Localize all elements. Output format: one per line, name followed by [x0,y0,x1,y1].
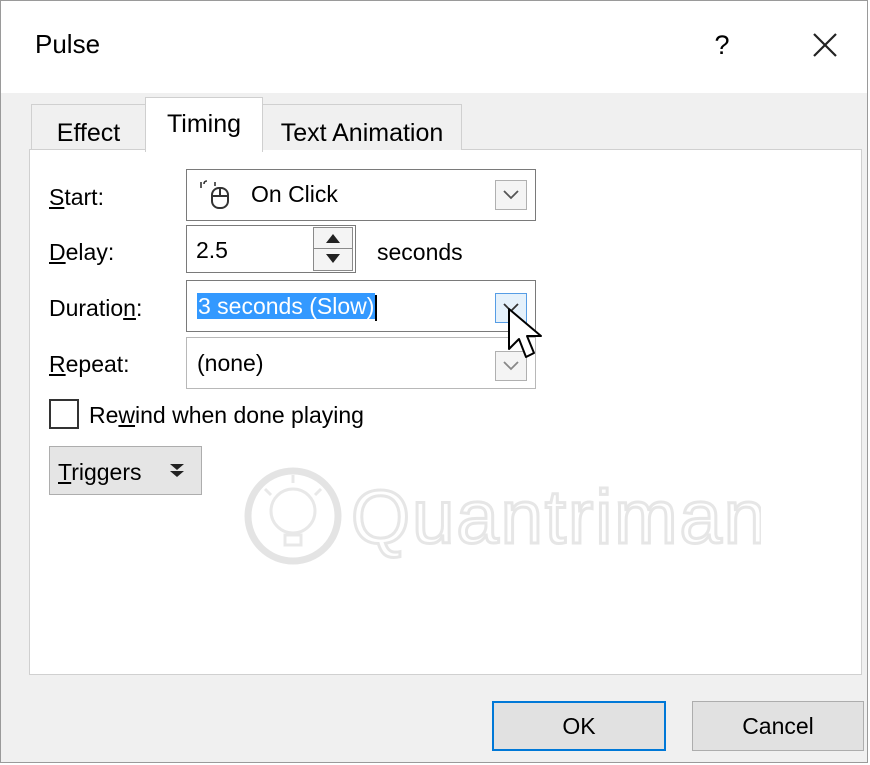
tab-effect[interactable]: Effect [31,104,146,150]
repeat-value: (none) [197,350,264,376]
rewind-label[interactable]: Rewind when done playing [89,402,364,429]
close-button[interactable] [807,27,843,63]
title-bar: Pulse ? [1,1,867,93]
repeat-label: Repeat: [49,351,130,377]
delay-stepper[interactable] [313,227,353,271]
duration-dropdown[interactable]: 3 seconds (Slow) [186,280,536,332]
watermark-text: Quantrimang [351,475,761,560]
help-button[interactable]: ? [707,27,737,63]
watermark-logo: Quantrimang [244,467,761,565]
duration-value: 3 seconds (Slow) [197,293,376,319]
start-dropdown[interactable]: On Click [186,169,536,221]
animation-options-dialog: Pulse ? Effect Timing Text Animation Sta… [0,0,868,763]
start-dropdown-button[interactable] [495,180,527,210]
mouse-click-icon [200,180,229,209]
tab-text-animation[interactable]: Text Animation [262,104,462,150]
delay-label: Delay: [49,239,115,265]
rewind-checkbox[interactable] [49,399,79,429]
delay-value: 2.5 [196,237,228,263]
start-value: On Click [251,181,338,207]
mouse-pointer-icon [508,308,542,358]
delay-unit: seconds [377,239,463,265]
start-label: Start: [49,184,104,210]
triggers-button[interactable]: Triggers [49,446,202,495]
dialog-title: Pulse [35,29,101,59]
repeat-dropdown[interactable]: (none) [186,337,536,389]
decrement-button[interactable] [314,249,352,270]
close-icon [813,33,837,57]
tab-timing[interactable]: Timing [145,97,263,152]
increment-button[interactable] [314,228,352,249]
duration-label: Duration: [49,295,143,321]
triggers-label: Triggers [58,459,142,485]
ok-button[interactable]: OK [492,701,666,751]
cancel-button[interactable]: Cancel [692,701,864,751]
chevron-down-icon [503,190,519,200]
up-arrow-icon [326,234,340,243]
double-chevron-down-icon [170,464,184,477]
down-arrow-icon [326,254,340,263]
